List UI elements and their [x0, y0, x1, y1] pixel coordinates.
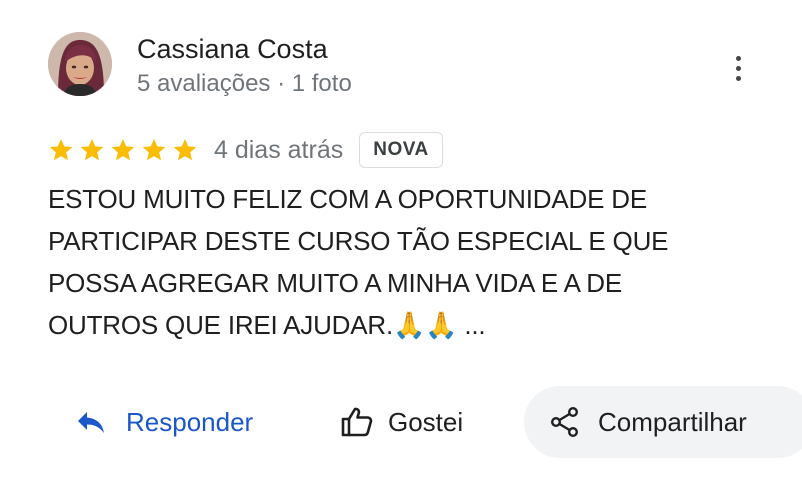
- reviewer-name[interactable]: Cassiana Costa: [137, 34, 328, 65]
- dot: [735, 75, 741, 81]
- reply-button[interactable]: Responder: [76, 386, 253, 458]
- share-button[interactable]: Compartilhar: [524, 386, 802, 458]
- rating-row: 4 dias atrás NOVA: [48, 130, 443, 170]
- reviewer-meta: 5 avaliações · 1 foto: [137, 70, 352, 97]
- reply-label: Responder: [126, 406, 254, 437]
- star-icon: [142, 138, 166, 161]
- dot: [735, 65, 741, 71]
- review-text: ESTOU MUITO FELIZ COM A OPORTUNIDADE DE …: [48, 184, 669, 340]
- star-rating: [48, 137, 198, 163]
- reply-arrow-icon: [78, 412, 104, 433]
- star-icon: [49, 138, 73, 161]
- share-icon: [551, 407, 579, 438]
- thumbs-up-icon: [341, 407, 373, 437]
- more-options-icon[interactable]: [722, 50, 754, 86]
- like-button[interactable]: Gostei: [340, 386, 463, 458]
- review-date: 4 dias atrás: [214, 135, 344, 164]
- like-label: Gostei: [388, 406, 464, 437]
- new-badge: NOVA: [359, 132, 443, 168]
- action-bar: Responder Gostei Compartilhar: [0, 386, 802, 458]
- star-icon: [111, 138, 135, 161]
- avatar[interactable]: [48, 32, 112, 96]
- star-icon: [173, 138, 197, 161]
- star-icon: [80, 138, 104, 161]
- dot: [735, 55, 741, 61]
- share-label: Compartilhar: [598, 406, 747, 437]
- avatar-image: [48, 32, 112, 96]
